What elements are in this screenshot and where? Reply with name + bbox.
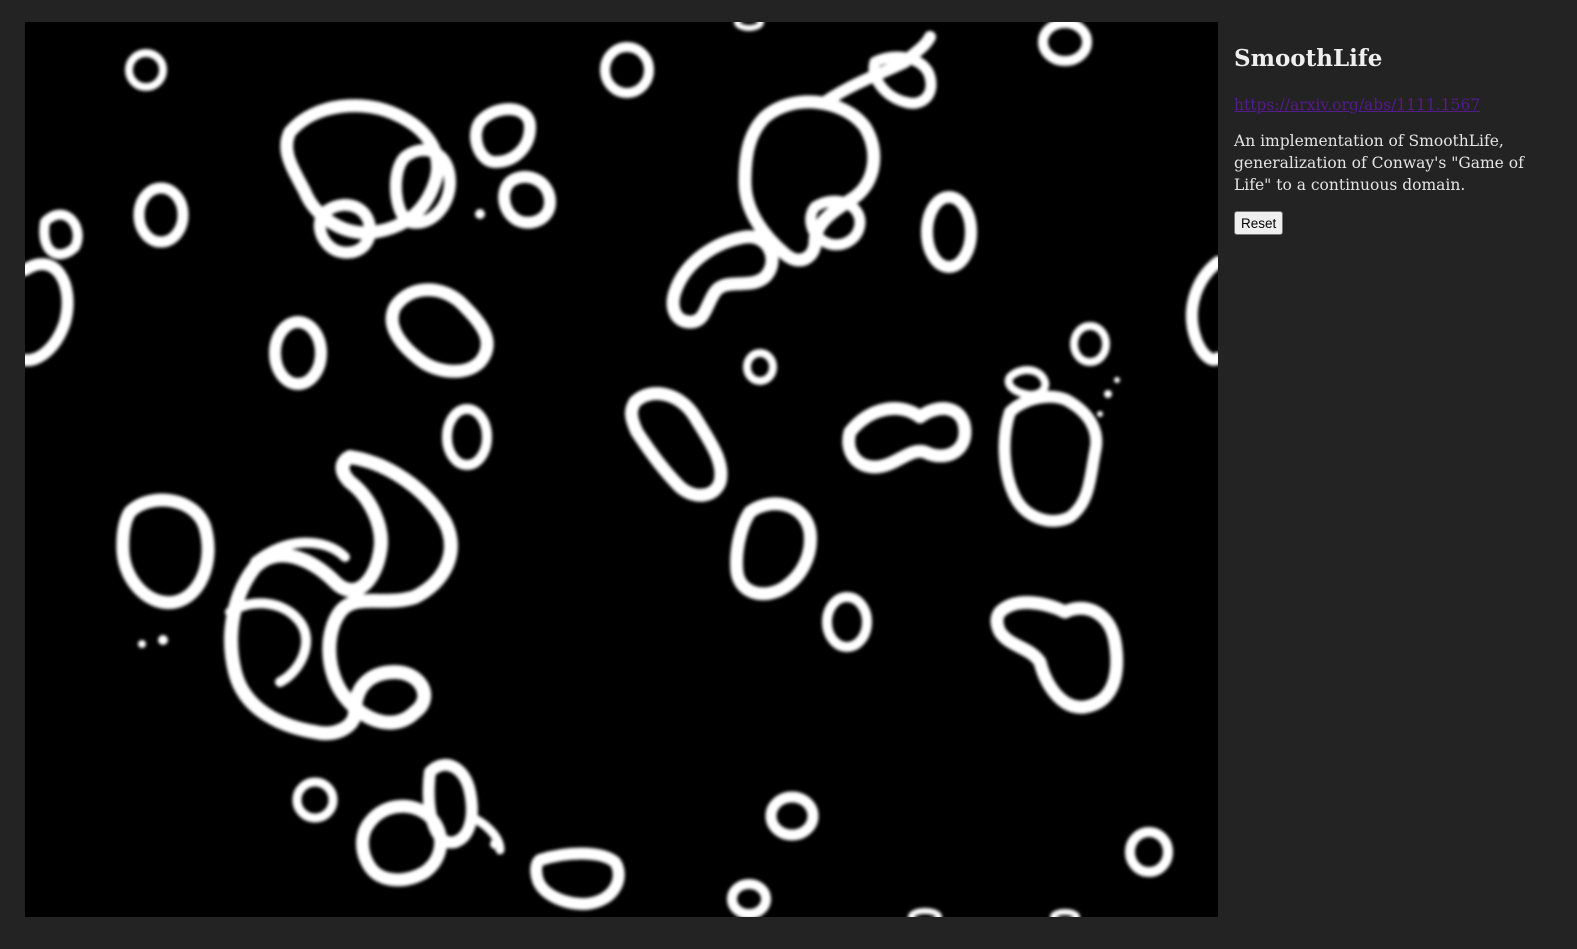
description-text: An implementation of SmoothLife, general…: [1234, 132, 1524, 194]
arxiv-paper-link[interactable]: https://arxiv.org/abs/1111.1567: [1234, 94, 1480, 116]
reset-button[interactable]: Reset: [1234, 211, 1284, 235]
page-title: SmoothLife: [1234, 45, 1383, 72]
side-panel: SmoothLife https://arxiv.org/abs/1111.15…: [1234, 44, 1564, 235]
simulation-canvas[interactable]: [25, 22, 1218, 917]
